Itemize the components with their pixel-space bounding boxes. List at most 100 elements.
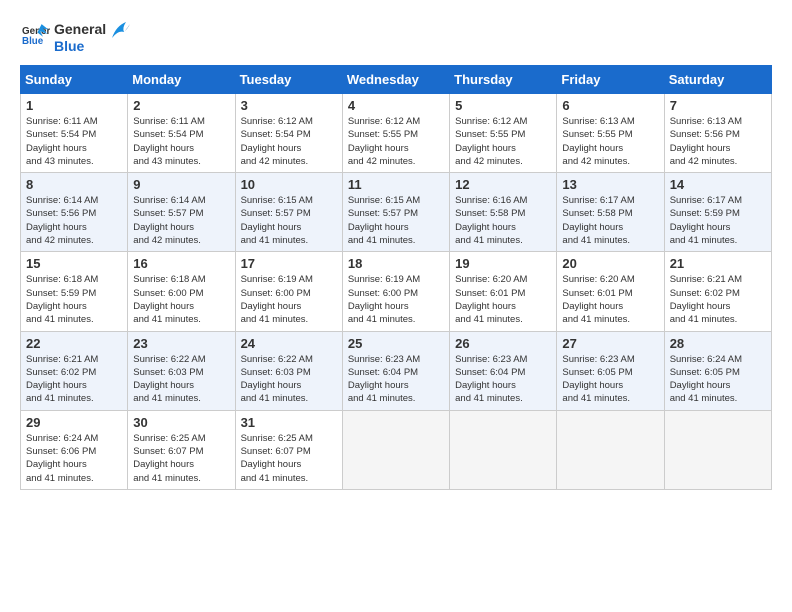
- day-number: 20: [562, 256, 658, 271]
- header-monday: Monday: [128, 66, 235, 94]
- table-cell: 23 Sunrise: 6:22 AM Sunset: 6:03 PM Dayl…: [128, 331, 235, 410]
- day-number: 3: [241, 98, 337, 113]
- day-info: Sunrise: 6:23 AM Sunset: 6:04 PM Dayligh…: [455, 353, 551, 406]
- table-cell: 2 Sunrise: 6:11 AM Sunset: 5:54 PM Dayli…: [128, 94, 235, 173]
- day-number: 7: [670, 98, 766, 113]
- calendar-week-1: 1 Sunrise: 6:11 AM Sunset: 5:54 PM Dayli…: [21, 94, 772, 173]
- table-cell: 20 Sunrise: 6:20 AM Sunset: 6:01 PM Dayl…: [557, 252, 664, 331]
- day-number: 21: [670, 256, 766, 271]
- day-info: Sunrise: 6:22 AM Sunset: 6:03 PM Dayligh…: [133, 353, 229, 406]
- day-number: 29: [26, 415, 122, 430]
- day-number: 5: [455, 98, 551, 113]
- calendar-header-row: Sunday Monday Tuesday Wednesday Thursday…: [21, 66, 772, 94]
- day-info: Sunrise: 6:20 AM Sunset: 6:01 PM Dayligh…: [455, 273, 551, 326]
- header-saturday: Saturday: [664, 66, 771, 94]
- table-cell: 26 Sunrise: 6:23 AM Sunset: 6:04 PM Dayl…: [450, 331, 557, 410]
- day-number: 6: [562, 98, 658, 113]
- table-cell: 1 Sunrise: 6:11 AM Sunset: 5:54 PM Dayli…: [21, 94, 128, 173]
- table-cell: 16 Sunrise: 6:18 AM Sunset: 6:00 PM Dayl…: [128, 252, 235, 331]
- day-info: Sunrise: 6:15 AM Sunset: 5:57 PM Dayligh…: [348, 194, 444, 247]
- day-number: 31: [241, 415, 337, 430]
- table-cell: 15 Sunrise: 6:18 AM Sunset: 5:59 PM Dayl…: [21, 252, 128, 331]
- table-cell: 24 Sunrise: 6:22 AM Sunset: 6:03 PM Dayl…: [235, 331, 342, 410]
- svg-text:Blue: Blue: [22, 36, 44, 47]
- day-number: 10: [241, 177, 337, 192]
- table-cell: [450, 410, 557, 489]
- day-info: Sunrise: 6:14 AM Sunset: 5:56 PM Dayligh…: [26, 194, 122, 247]
- table-cell: 14 Sunrise: 6:17 AM Sunset: 5:59 PM Dayl…: [664, 173, 771, 252]
- day-number: 1: [26, 98, 122, 113]
- day-info: Sunrise: 6:18 AM Sunset: 6:00 PM Dayligh…: [133, 273, 229, 326]
- day-number: 8: [26, 177, 122, 192]
- day-number: 28: [670, 336, 766, 351]
- day-number: 16: [133, 256, 229, 271]
- logo-line1: General: [54, 21, 106, 38]
- table-cell: 18 Sunrise: 6:19 AM Sunset: 6:00 PM Dayl…: [342, 252, 449, 331]
- table-cell: 9 Sunrise: 6:14 AM Sunset: 5:57 PM Dayli…: [128, 173, 235, 252]
- table-cell: 8 Sunrise: 6:14 AM Sunset: 5:56 PM Dayli…: [21, 173, 128, 252]
- logo-line2: Blue: [54, 38, 106, 55]
- table-cell: 4 Sunrise: 6:12 AM Sunset: 5:55 PM Dayli…: [342, 94, 449, 173]
- logo-icon: General Blue: [22, 21, 50, 49]
- day-info: Sunrise: 6:11 AM Sunset: 5:54 PM Dayligh…: [133, 115, 229, 168]
- header-friday: Friday: [557, 66, 664, 94]
- day-info: Sunrise: 6:22 AM Sunset: 6:03 PM Dayligh…: [241, 353, 337, 406]
- table-cell: 6 Sunrise: 6:13 AM Sunset: 5:55 PM Dayli…: [557, 94, 664, 173]
- table-cell: [342, 410, 449, 489]
- day-info: Sunrise: 6:12 AM Sunset: 5:55 PM Dayligh…: [348, 115, 444, 168]
- day-number: 27: [562, 336, 658, 351]
- table-cell: 25 Sunrise: 6:23 AM Sunset: 6:04 PM Dayl…: [342, 331, 449, 410]
- day-info: Sunrise: 6:16 AM Sunset: 5:58 PM Dayligh…: [455, 194, 551, 247]
- day-info: Sunrise: 6:13 AM Sunset: 5:56 PM Dayligh…: [670, 115, 766, 168]
- day-info: Sunrise: 6:24 AM Sunset: 6:05 PM Dayligh…: [670, 353, 766, 406]
- header-sunday: Sunday: [21, 66, 128, 94]
- calendar-week-4: 22 Sunrise: 6:21 AM Sunset: 6:02 PM Dayl…: [21, 331, 772, 410]
- table-cell: 3 Sunrise: 6:12 AM Sunset: 5:54 PM Dayli…: [235, 94, 342, 173]
- day-number: 22: [26, 336, 122, 351]
- day-number: 24: [241, 336, 337, 351]
- table-cell: 27 Sunrise: 6:23 AM Sunset: 6:05 PM Dayl…: [557, 331, 664, 410]
- table-cell: [664, 410, 771, 489]
- calendar-week-3: 15 Sunrise: 6:18 AM Sunset: 5:59 PM Dayl…: [21, 252, 772, 331]
- calendar-week-5: 29 Sunrise: 6:24 AM Sunset: 6:06 PM Dayl…: [21, 410, 772, 489]
- table-cell: 7 Sunrise: 6:13 AM Sunset: 5:56 PM Dayli…: [664, 94, 771, 173]
- day-number: 25: [348, 336, 444, 351]
- table-cell: 12 Sunrise: 6:16 AM Sunset: 5:58 PM Dayl…: [450, 173, 557, 252]
- day-info: Sunrise: 6:24 AM Sunset: 6:06 PM Dayligh…: [26, 432, 122, 485]
- day-info: Sunrise: 6:23 AM Sunset: 6:05 PM Dayligh…: [562, 353, 658, 406]
- day-info: Sunrise: 6:17 AM Sunset: 5:58 PM Dayligh…: [562, 194, 658, 247]
- day-info: Sunrise: 6:21 AM Sunset: 6:02 PM Dayligh…: [26, 353, 122, 406]
- day-number: 23: [133, 336, 229, 351]
- table-cell: 13 Sunrise: 6:17 AM Sunset: 5:58 PM Dayl…: [557, 173, 664, 252]
- table-cell: 10 Sunrise: 6:15 AM Sunset: 5:57 PM Dayl…: [235, 173, 342, 252]
- day-info: Sunrise: 6:25 AM Sunset: 6:07 PM Dayligh…: [133, 432, 229, 485]
- day-info: Sunrise: 6:21 AM Sunset: 6:02 PM Dayligh…: [670, 273, 766, 326]
- day-number: 19: [455, 256, 551, 271]
- day-info: Sunrise: 6:19 AM Sunset: 6:00 PM Dayligh…: [241, 273, 337, 326]
- day-number: 12: [455, 177, 551, 192]
- day-info: Sunrise: 6:15 AM Sunset: 5:57 PM Dayligh…: [241, 194, 337, 247]
- day-info: Sunrise: 6:13 AM Sunset: 5:55 PM Dayligh…: [562, 115, 658, 168]
- day-info: Sunrise: 6:25 AM Sunset: 6:07 PM Dayligh…: [241, 432, 337, 485]
- table-cell: 28 Sunrise: 6:24 AM Sunset: 6:05 PM Dayl…: [664, 331, 771, 410]
- table-cell: 22 Sunrise: 6:21 AM Sunset: 6:02 PM Dayl…: [21, 331, 128, 410]
- header-wednesday: Wednesday: [342, 66, 449, 94]
- day-number: 18: [348, 256, 444, 271]
- day-info: Sunrise: 6:19 AM Sunset: 6:00 PM Dayligh…: [348, 273, 444, 326]
- day-info: Sunrise: 6:14 AM Sunset: 5:57 PM Dayligh…: [133, 194, 229, 247]
- day-number: 9: [133, 177, 229, 192]
- day-number: 30: [133, 415, 229, 430]
- day-number: 11: [348, 177, 444, 192]
- day-info: Sunrise: 6:11 AM Sunset: 5:54 PM Dayligh…: [26, 115, 122, 168]
- day-number: 26: [455, 336, 551, 351]
- day-number: 13: [562, 177, 658, 192]
- header-thursday: Thursday: [450, 66, 557, 94]
- table-cell: [557, 410, 664, 489]
- bird-icon: [108, 20, 130, 42]
- table-cell: 30 Sunrise: 6:25 AM Sunset: 6:07 PM Dayl…: [128, 410, 235, 489]
- table-cell: 29 Sunrise: 6:24 AM Sunset: 6:06 PM Dayl…: [21, 410, 128, 489]
- day-info: Sunrise: 6:20 AM Sunset: 6:01 PM Dayligh…: [562, 273, 658, 326]
- calendar-week-2: 8 Sunrise: 6:14 AM Sunset: 5:56 PM Dayli…: [21, 173, 772, 252]
- table-cell: 17 Sunrise: 6:19 AM Sunset: 6:00 PM Dayl…: [235, 252, 342, 331]
- day-number: 15: [26, 256, 122, 271]
